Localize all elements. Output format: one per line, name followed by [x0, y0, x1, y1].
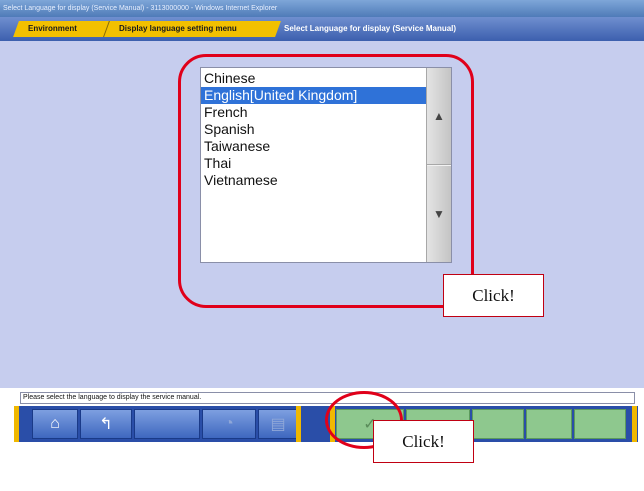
- breadcrumb-environment[interactable]: Environment: [13, 21, 109, 37]
- window-title: Select Language for display (Service Man…: [0, 0, 644, 17]
- highlight-oval-language-list: [178, 54, 474, 308]
- breadcrumb-current-page: Select Language for display (Service Man…: [284, 24, 457, 33]
- back-arrow-icon: ↰: [99, 416, 113, 433]
- toolbar-middle-bracket-left: [296, 406, 301, 442]
- toolbar-green-slot-3[interactable]: [472, 409, 524, 439]
- globe-icon: ◔: [224, 415, 234, 432]
- back-button[interactable]: ↰: [80, 409, 132, 439]
- status-message-bar: Please select the language to display th…: [20, 392, 635, 404]
- home-button[interactable]: ⌂: [32, 409, 78, 439]
- document-icon: ▤: [270, 416, 286, 433]
- click-callout-ok: Click!: [373, 420, 474, 463]
- toolbar-left-bracket: [14, 406, 19, 442]
- toolbar-empty-button[interactable]: [134, 409, 200, 439]
- click-callout-list: Click!: [443, 274, 544, 317]
- globe-button[interactable]: ◔: [202, 409, 256, 439]
- toolbar-green-slot-5[interactable]: [574, 409, 626, 439]
- breadcrumb-display-language-menu[interactable]: Display language setting menu: [103, 21, 281, 37]
- breadcrumb: Environment Display language setting men…: [0, 17, 644, 41]
- toolbar-green-slot-4[interactable]: [526, 409, 572, 439]
- toolbar-right-bracket: [632, 406, 637, 442]
- home-icon: ⌂: [50, 415, 60, 432]
- document-button[interactable]: ▤: [258, 409, 298, 439]
